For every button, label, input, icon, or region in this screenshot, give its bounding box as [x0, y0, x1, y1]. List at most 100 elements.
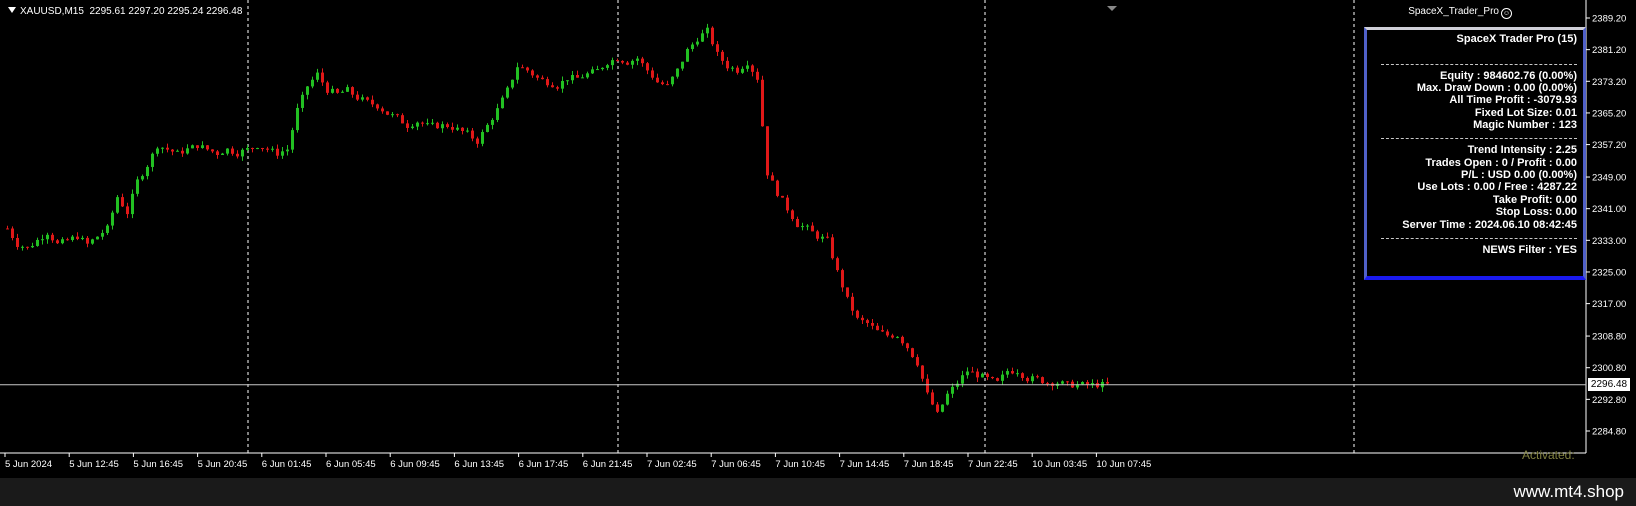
x-tick-label: 6 Jun 01:45	[262, 459, 312, 470]
candle-body	[501, 97, 504, 109]
candle-body	[486, 124, 489, 132]
candle-body	[21, 246, 24, 248]
candle-body	[511, 79, 514, 88]
candle-body	[186, 148, 189, 154]
candle-body	[1011, 371, 1014, 374]
panel-drawdown: Max. Draw Down : 0.00 (0.00%)	[1416, 82, 1577, 94]
candle-body	[571, 74, 574, 81]
candle-body	[161, 147, 164, 149]
candle-body	[581, 77, 584, 79]
candle-body	[411, 126, 414, 128]
candle-body	[671, 76, 674, 85]
y-tick-label: 2357.20	[1592, 140, 1626, 151]
candle-body	[921, 365, 924, 379]
candle-body	[256, 148, 259, 150]
candle-body	[216, 151, 219, 156]
candle-body	[951, 386, 954, 394]
candle-body	[586, 73, 589, 78]
candle-body	[856, 310, 859, 318]
candle-body	[1021, 373, 1024, 378]
candle-body	[236, 153, 239, 157]
candle-body	[936, 404, 939, 412]
expert-advisor-label[interactable]: SpaceX_Trader_Pro ☺	[1408, 6, 1512, 19]
x-tick-label: 6 Jun 09:45	[390, 459, 440, 470]
candle-body	[66, 239, 69, 241]
candle-body	[136, 179, 139, 194]
x-tick-label: 5 Jun 2024	[5, 459, 52, 470]
candle-body	[526, 67, 529, 71]
smile-icon: ☺	[1501, 8, 1512, 19]
candle-body	[26, 246, 29, 248]
candle-body	[426, 123, 429, 125]
candle-body	[616, 60, 619, 62]
candle-body	[151, 153, 154, 167]
candle-body	[536, 75, 539, 78]
candle-body	[96, 236, 99, 240]
candle-body	[876, 325, 879, 331]
candle-body	[541, 77, 544, 80]
candle-body	[711, 27, 714, 45]
candle-body	[211, 149, 214, 152]
symbol-info: XAUUSD,M15 2295.61 2297.20 2295.24 2296.…	[8, 6, 242, 17]
x-tick-label: 5 Jun 20:45	[198, 459, 248, 470]
candle-body	[1081, 382, 1084, 385]
candle-body	[736, 67, 739, 73]
candle-body	[1016, 373, 1019, 375]
candle-body	[871, 323, 874, 326]
candle-body	[976, 371, 979, 378]
candle-body	[731, 67, 734, 69]
candle-body	[131, 193, 134, 215]
candle-body	[941, 404, 944, 412]
candle-body	[821, 236, 824, 239]
candle-body	[336, 88, 339, 93]
candle-body	[841, 270, 844, 288]
candle-body	[896, 336, 899, 338]
candle-body	[281, 151, 284, 156]
candle-body	[496, 108, 499, 120]
panel-use-lots: Use Lots : 0.00 / Free : 4287.22	[1417, 181, 1577, 193]
panel-equity: Equity : 984602.76 (0.00%)	[1440, 70, 1577, 82]
candle-body	[591, 69, 594, 74]
x-tick-label: 7 Jun 02:45	[647, 459, 697, 470]
candle-body	[1041, 377, 1044, 384]
candle-body	[76, 236, 79, 240]
candle-body	[861, 317, 864, 321]
candle-body	[631, 60, 634, 65]
panel-lot-size: Fixed Lot Size: 0.01	[1474, 107, 1577, 119]
y-tick-label: 2308.80	[1592, 332, 1626, 343]
candle-body	[601, 67, 604, 70]
candle-body	[831, 237, 834, 259]
y-tick-label: 2333.00	[1592, 236, 1626, 247]
candle-body	[836, 258, 839, 271]
candle-body	[851, 296, 854, 311]
candle-body	[701, 33, 704, 42]
price-chart[interactable]: 2389.20 2381.20 2373.20 2365.20 2357.20 2349.…	[0, 0, 1636, 478]
candle-body	[141, 176, 144, 180]
candle-body	[1006, 371, 1009, 375]
candle-body	[1046, 383, 1049, 385]
candle-body	[316, 72, 319, 80]
candle-body	[156, 148, 159, 154]
panel-stop-loss: Stop Loss: 0.00	[1495, 206, 1577, 218]
expert-advisor-name: SpaceX_Trader_Pro	[1408, 6, 1499, 17]
candle-body	[476, 138, 479, 144]
chart-menu-triangle-icon[interactable]	[8, 7, 16, 13]
candle-body	[116, 197, 119, 213]
candle-body	[351, 87, 354, 95]
candle-body	[361, 97, 364, 100]
candle-body	[776, 180, 779, 196]
candle-body	[41, 239, 44, 241]
panel-separator	[1381, 238, 1577, 239]
y-tick-label: 2365.20	[1592, 108, 1626, 119]
y-tick-label: 2381.20	[1592, 45, 1626, 56]
candle-body	[51, 234, 54, 241]
candle-body	[191, 145, 194, 149]
candle-body	[11, 228, 14, 238]
candle-body	[286, 149, 289, 152]
candle-body	[126, 206, 129, 215]
candle-body	[641, 58, 644, 64]
candle-body	[651, 70, 654, 78]
candle-body	[806, 225, 809, 227]
candle-body	[751, 65, 754, 72]
candle-body	[866, 320, 869, 324]
